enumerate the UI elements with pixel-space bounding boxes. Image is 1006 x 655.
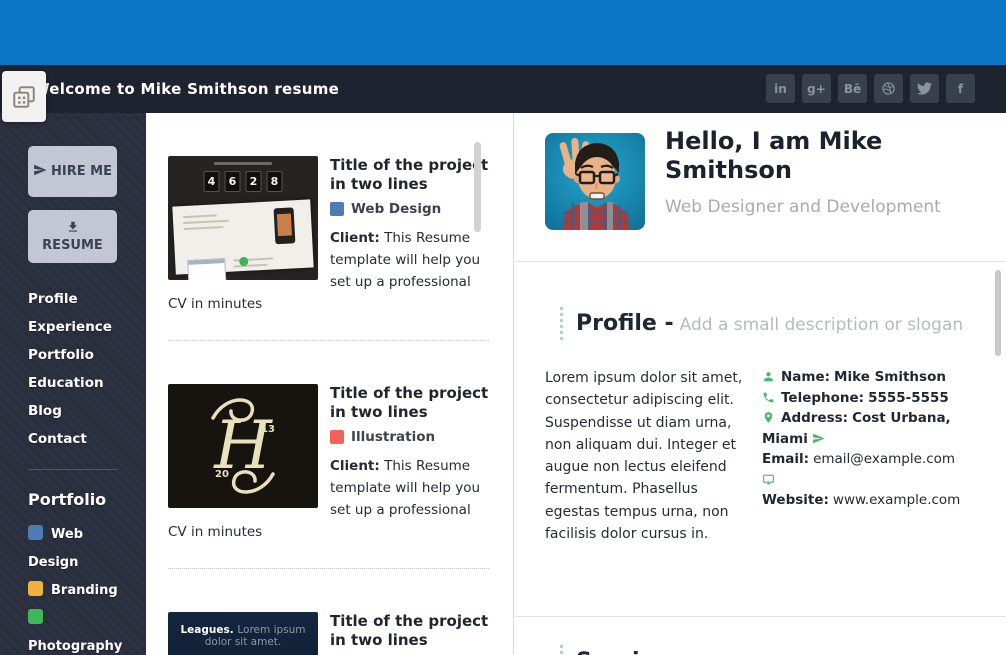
- contact-name: Name:Mike Smithson: [762, 369, 946, 385]
- flip-counter: 4 6 2 8: [204, 171, 283, 192]
- sidebar-item-portfolio[interactable]: Portfolio: [28, 341, 146, 369]
- social-links: in g+ Bē f: [766, 74, 975, 103]
- sidebar-divider: [28, 469, 118, 470]
- branding-color-swatch: [28, 581, 43, 596]
- project-category-tag: Web Design: [330, 201, 489, 217]
- google-plus-button[interactable]: g+: [802, 74, 831, 103]
- project-thumbnail[interactable]: H 20 13: [168, 384, 318, 508]
- twitter-icon: [917, 81, 932, 96]
- monitor-icon: [762, 473, 775, 486]
- svg-text:20: 20: [215, 469, 229, 480]
- web-design-color-swatch: [28, 525, 43, 540]
- sidebar-nav: Profile Experience Portfolio Education B…: [28, 285, 146, 453]
- project-card: 4 6 2 8 Ti: [146, 113, 513, 341]
- filter-web-design[interactable]: Web Design: [28, 521, 120, 577]
- category-color-swatch: [330, 202, 344, 216]
- profile-heading: Profile - Add a small description or slog…: [560, 307, 1006, 340]
- profile-description: Lorem ipsum dolor sit amet, consectetur …: [545, 367, 750, 545]
- thumb-webpage: [172, 199, 313, 274]
- welcome-text: Welcome to Mike Smithson resume: [33, 65, 339, 113]
- sidebar: HIRE ME RESUME Profile Experience Portfo…: [0, 113, 146, 655]
- hello-subtitle: Web Designer and Development: [665, 197, 941, 217]
- sidebar-item-experience[interactable]: Experience: [28, 313, 146, 341]
- scrollbar-thumb[interactable]: [474, 142, 481, 232]
- contact-address: Address:Cost Urbana, Miami: [762, 410, 951, 447]
- profile-photo: [545, 133, 645, 230]
- facebook-button[interactable]: f: [946, 74, 975, 103]
- map-pin-icon: [762, 411, 775, 424]
- twitter-button[interactable]: [910, 74, 939, 103]
- hire-me-button[interactable]: HIRE ME: [28, 146, 117, 197]
- thumb-phone: [274, 207, 296, 244]
- resume-app: Welcome to Mike Smithson resume in g+ Bē: [0, 0, 1006, 655]
- phone-icon: [762, 391, 775, 404]
- behance-icon: Bē: [844, 82, 861, 96]
- category-label: Illustration: [351, 429, 435, 445]
- profile-section: Profile - Add a small description or slog…: [515, 307, 1006, 617]
- section-subtitle: Add a small description or slogan: [680, 315, 964, 335]
- project-thumbnail[interactable]: Leagues. Lorem ipsum dolor sit amet.: [168, 612, 318, 655]
- monogram-artwork: H 20 13: [168, 384, 318, 508]
- portfolio-filter-heading: Portfolio: [28, 490, 146, 509]
- section-title: Services -: [576, 649, 697, 655]
- hire-me-label: HIRE ME: [51, 164, 112, 179]
- filter-label: Photography: [28, 639, 122, 654]
- linkedin-icon: in: [774, 82, 787, 96]
- paper-plane-icon: [812, 432, 825, 445]
- sidebar-item-education[interactable]: Education: [28, 369, 146, 397]
- photography-color-swatch: [28, 609, 43, 624]
- top-blue-bar: [0, 0, 1006, 65]
- projects-column: 4 6 2 8 Ti: [146, 113, 514, 655]
- project-category-tag: Illustration: [330, 429, 489, 445]
- navbar: Welcome to Mike Smithson resume in g+ Bē: [0, 65, 1006, 113]
- services-heading: Services -Add a small description or slo…: [560, 645, 1006, 655]
- dribbble-button[interactable]: [874, 74, 903, 103]
- portfolio-filter-legend: Web Design Branding Photography: [28, 521, 120, 655]
- category-color-swatch: [330, 430, 344, 444]
- project-thumbnail[interactable]: 4 6 2 8: [168, 156, 318, 280]
- download-icon: [66, 220, 80, 234]
- project-card: H 20 13 Title of the project in two line…: [146, 341, 513, 569]
- contact-details: Name:Mike Smithson Telephone:5555-5555 A…: [762, 367, 957, 545]
- intro-header: Hello, I am Mike Smithson Web Designer a…: [515, 113, 1006, 262]
- paper-plane-icon: [33, 163, 47, 177]
- dribbble-icon: [881, 81, 896, 96]
- filter-label: Branding: [51, 583, 118, 598]
- facebook-icon: f: [958, 82, 963, 96]
- main-column: Hello, I am Mike Smithson Web Designer a…: [515, 113, 1006, 655]
- contact-telephone: Telephone:5555-5555: [762, 390, 949, 406]
- hello-title: Hello, I am Mike Smithson: [665, 127, 995, 185]
- filter-branding[interactable]: Branding: [28, 577, 120, 605]
- thumb-decoration: [214, 162, 272, 165]
- sidebar-item-blog[interactable]: Blog: [28, 397, 146, 425]
- scrollbar-thumb[interactable]: [995, 270, 1001, 356]
- menu-grid-icon: [11, 84, 37, 110]
- sidebar-item-contact[interactable]: Contact: [28, 425, 146, 453]
- behance-button[interactable]: Bē: [838, 74, 867, 103]
- resume-download-button[interactable]: RESUME: [28, 210, 117, 263]
- filter-photography[interactable]: Photography: [28, 605, 120, 655]
- offcanvas-menu-button[interactable]: [2, 71, 46, 122]
- svg-text:13: 13: [261, 424, 275, 435]
- avatar: [545, 133, 645, 230]
- thumb-banner-text: Leagues. Lorem ipsum dolor sit amet.: [168, 624, 318, 648]
- sidebar-item-profile[interactable]: Profile: [28, 285, 146, 313]
- contact-website[interactable]: Website:www.example.com: [762, 472, 960, 509]
- section-title: Profile -: [576, 311, 674, 336]
- linkedin-button[interactable]: in: [766, 74, 795, 103]
- google-plus-icon: g+: [807, 82, 826, 96]
- resume-label: RESUME: [42, 238, 103, 253]
- user-icon: [762, 370, 775, 383]
- thumb-browser: [187, 258, 226, 280]
- services-section: Services -Add a small description or slo…: [515, 645, 1006, 655]
- category-label: Web Design: [351, 201, 441, 217]
- project-card: Leagues. Lorem ipsum dolor sit amet. Tit…: [146, 569, 513, 655]
